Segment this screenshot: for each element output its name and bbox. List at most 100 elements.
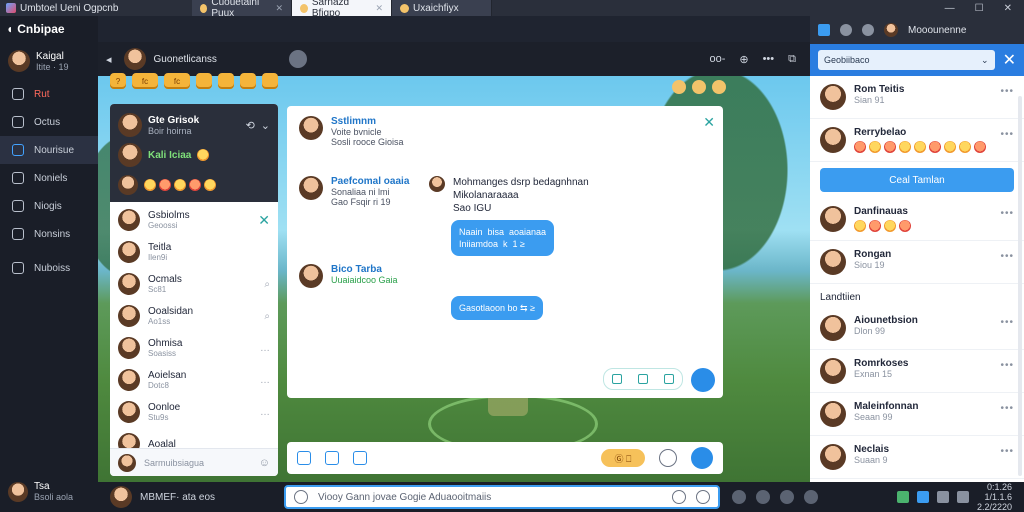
emoji-icon[interactable] <box>174 179 186 191</box>
list-item[interactable]: Gsbiolms Geoossi ✕ <box>118 204 270 236</box>
friend-item[interactable]: Rom Teitis Sian 91 ••• <box>810 76 1024 119</box>
sidebar-item-5[interactable]: Niogis <box>0 192 98 220</box>
more-icon[interactable]: … <box>260 343 270 354</box>
notes-icon[interactable] <box>818 24 830 36</box>
more-icon[interactable]: … <box>260 407 270 418</box>
action-button[interactable]: Ceal Tamlan <box>820 168 1014 192</box>
more-icon[interactable]: ••• <box>1000 360 1014 371</box>
gif-icon[interactable] <box>664 374 674 384</box>
sender-name[interactable]: Sstlimnm <box>331 116 404 127</box>
close-icon[interactable]: ✕ <box>258 212 270 229</box>
more-icon[interactable]: ••• <box>1000 208 1014 219</box>
browser-tab-1[interactable]: Cuouetaini Puux ✕ <box>192 0 292 19</box>
badge-icon[interactable]: fc <box>164 73 190 89</box>
emoji-icon[interactable] <box>804 490 818 504</box>
panel-search-input[interactable]: Geobiibaco ⌄ <box>818 50 995 70</box>
emoji-icon[interactable] <box>712 80 726 94</box>
coin-icon[interactable]: ? <box>110 73 126 89</box>
list-item[interactable]: Teitla Ilen9i <box>118 236 270 268</box>
attach-icon[interactable] <box>297 451 311 465</box>
avatar[interactable] <box>299 176 323 200</box>
sidebar-item-4[interactable]: Noniels <box>0 164 98 192</box>
emoji-icon[interactable] <box>692 80 706 94</box>
scrollbar[interactable] <box>1018 96 1022 476</box>
sidebar-footer-user[interactable]: Tsa Bsoli aola <box>8 481 73 502</box>
header-conversation[interactable]: Gte Grisok Boir hoirna ⟲ ⌄ <box>118 110 270 140</box>
friend-item[interactable]: Rerrybelao ••• <box>810 119 1024 162</box>
sidebar-item-2[interactable]: Octus <box>0 108 98 136</box>
sender-name[interactable]: Paefcomal oaaia <box>331 176 409 187</box>
sidebar-item-6[interactable]: Nonsins <box>0 220 98 248</box>
user-card[interactable]: Kaigal Itite · 19 <box>0 42 98 80</box>
info-icon[interactable] <box>862 24 874 36</box>
list-item[interactable]: Ohmisa Soasiss … <box>118 332 270 364</box>
mic-icon[interactable] <box>672 490 686 504</box>
battery-icon[interactable] <box>916 491 929 503</box>
emoji-icon[interactable] <box>756 490 770 504</box>
minimize-button[interactable]: — <box>945 3 955 14</box>
sticker-icon[interactable] <box>353 451 367 465</box>
menu-icon[interactable]: ◂ <box>106 53 112 66</box>
avatar[interactable] <box>299 264 323 288</box>
maximize-button[interactable]: ☐ <box>975 3 984 14</box>
emoji-icon[interactable] <box>672 80 686 94</box>
camera-icon[interactable] <box>638 374 648 384</box>
emoji-picker-icon[interactable] <box>294 490 308 504</box>
more-icon[interactable]: ••• <box>1000 317 1014 328</box>
audio-icon[interactable]: oo- <box>709 53 725 66</box>
send-icon[interactable] <box>691 447 713 469</box>
sidebar-item-1[interactable]: Rut <box>0 80 98 108</box>
coin-icon[interactable] <box>218 73 234 89</box>
search-input[interactable]: Sarmuibsiagua <box>144 458 204 468</box>
emoji-icon[interactable] <box>780 490 794 504</box>
more-icon[interactable]: ••• <box>1000 446 1014 457</box>
more-icon[interactable]: ••• <box>1000 251 1014 262</box>
emoji-icon[interactable] <box>159 179 171 191</box>
friend-item[interactable]: Aiounetbsion Dlon 99 ••• <box>810 307 1024 350</box>
sender-name[interactable]: Bico Tarba <box>331 264 398 275</box>
friend-item[interactable]: Neclais Suaan 9 ••• <box>810 436 1024 479</box>
browser-tab-3[interactable]: Uxaichfiyx <box>392 0 492 16</box>
more-icon[interactable]: ••• <box>763 53 775 66</box>
friend-item[interactable]: Rongan Siou 19 ••• <box>810 241 1024 284</box>
emoji-picker-icon[interactable]: ☺ <box>259 457 270 469</box>
friend-item[interactable]: Romrkoses Exnan 15 ••• <box>810 350 1024 393</box>
list-item[interactable]: Oonloe Stu9s … <box>118 396 270 428</box>
search-icon[interactable]: ⌕ <box>264 279 270 290</box>
status-icon[interactable] <box>288 50 307 68</box>
sidebar-item-7[interactable]: Nuboiss <box>0 254 98 282</box>
message-bubble[interactable]: Naain bisa aoaianaa Iniiamdoa k 1 ≥ <box>451 220 555 256</box>
close-window-button[interactable]: ✕ <box>1004 3 1012 14</box>
settings-icon[interactable] <box>732 490 746 504</box>
home-icon[interactable] <box>325 451 339 465</box>
avatar[interactable] <box>884 23 898 37</box>
cloud-icon[interactable] <box>956 491 969 503</box>
more-icon[interactable]: ••• <box>1000 129 1014 140</box>
badge-icon[interactable]: fc <box>132 73 158 89</box>
message-bubble[interactable]: Gasotlaoon bo ⇆ ≥ <box>451 296 544 320</box>
list-item[interactable]: Aoielsan Dotc8 … <box>118 364 270 396</box>
coin-icon[interactable] <box>262 73 278 89</box>
tab-close-icon[interactable]: ✕ <box>375 3 383 14</box>
settings-icon[interactable] <box>840 24 852 36</box>
avatar[interactable] <box>123 48 146 70</box>
browser-tab-2[interactable]: Sarnazd Bfiqpo ✕ <box>292 0 392 19</box>
chevron-down-icon[interactable]: ⌄ <box>981 55 989 66</box>
send-button[interactable] <box>691 368 715 392</box>
send-icon[interactable] <box>696 490 710 504</box>
emoji-icon[interactable] <box>204 179 216 191</box>
friend-item[interactable]: Maleinfonnan Seaan 99 ••• <box>810 393 1024 436</box>
search-icon[interactable]: ⌕ <box>264 311 270 322</box>
window-icon[interactable]: ⧉ <box>788 53 796 66</box>
emoji-picker-icon[interactable] <box>659 449 677 467</box>
friend-item[interactable]: Danfinauas ••• <box>810 198 1024 241</box>
image-icon[interactable] <box>612 374 622 384</box>
bottom-user[interactable]: MBMEF· ata eos <box>98 486 276 508</box>
close-icon[interactable]: ✕ <box>703 114 715 131</box>
tab-close-icon[interactable]: ✕ <box>275 3 283 14</box>
volume-icon[interactable] <box>936 491 949 503</box>
emoji-icon[interactable] <box>189 179 201 191</box>
list-item[interactable]: Ocmals Sc81 ⌕ <box>118 268 270 300</box>
refresh-icon[interactable]: ⟲ <box>246 119 255 132</box>
message-input[interactable]: Viooy Gann jovae Gogie Aduaooitmaiis <box>284 485 720 509</box>
